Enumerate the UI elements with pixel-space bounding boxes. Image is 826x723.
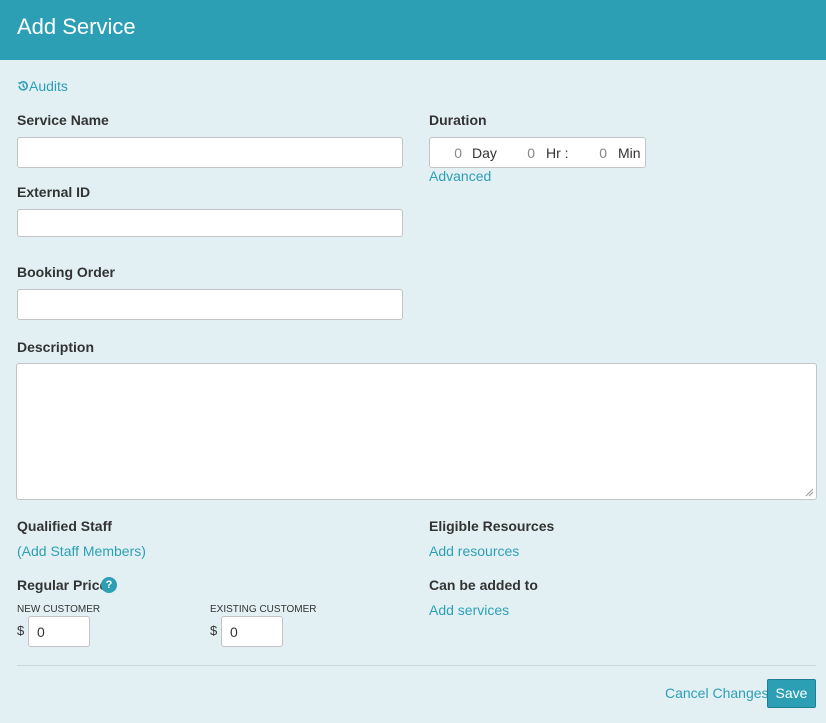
duration-field: 0 Day 0 Hr : 0 Min (429, 137, 646, 168)
add-services-link[interactable]: Add services (429, 602, 509, 618)
save-button[interactable]: Save (767, 679, 816, 708)
existing-customer-price-input[interactable] (221, 616, 283, 647)
description-label: Description (17, 339, 95, 355)
external-id-label: External ID (17, 184, 91, 200)
duration-hr-unit: Hr : (546, 145, 569, 161)
booking-order-label: Booking Order (17, 264, 116, 280)
service-name-input[interactable] (17, 137, 403, 168)
external-id-input[interactable] (17, 209, 403, 237)
add-resources-link[interactable]: Add resources (429, 543, 519, 559)
can-be-added-to-label: Can be added to (429, 577, 538, 593)
add-staff-members-link[interactable]: (Add Staff Members) (17, 543, 146, 559)
duration-min-input[interactable]: 0 (587, 145, 607, 161)
page-title: Add Service (17, 14, 136, 39)
new-customer-label: NEW CUSTOMER (17, 604, 101, 615)
resize-grip-icon[interactable] (804, 487, 814, 497)
existing-customer-label: EXISTING CUSTOMER (210, 604, 317, 615)
new-customer-price-input[interactable] (28, 616, 90, 647)
existing-customer-currency: $ (210, 623, 218, 638)
description-textarea[interactable] (16, 363, 817, 500)
booking-order-input[interactable] (17, 289, 403, 320)
cancel-changes-link[interactable]: Cancel Changes (665, 685, 769, 701)
new-customer-currency: $ (17, 623, 25, 638)
history-icon (17, 79, 29, 95)
duration-hr-input[interactable]: 0 (515, 145, 535, 161)
audits-label: Audits (29, 78, 68, 94)
duration-day-unit: Day (472, 145, 497, 161)
footer-divider (17, 665, 816, 666)
duration-min-unit: Min (618, 145, 641, 161)
question-icon[interactable]: ? (101, 577, 117, 593)
qualified-staff-label: Qualified Staff (17, 518, 112, 534)
duration-day-input[interactable]: 0 (442, 145, 462, 161)
advanced-link[interactable]: Advanced (429, 168, 491, 184)
duration-label: Duration (429, 112, 487, 128)
eligible-resources-label: Eligible Resources (429, 518, 555, 534)
service-name-label: Service Name (17, 112, 109, 128)
audits-link[interactable]: Audits (17, 78, 68, 95)
page-header: Add Service (0, 0, 826, 60)
regular-price-label: Regular Price (17, 577, 108, 593)
